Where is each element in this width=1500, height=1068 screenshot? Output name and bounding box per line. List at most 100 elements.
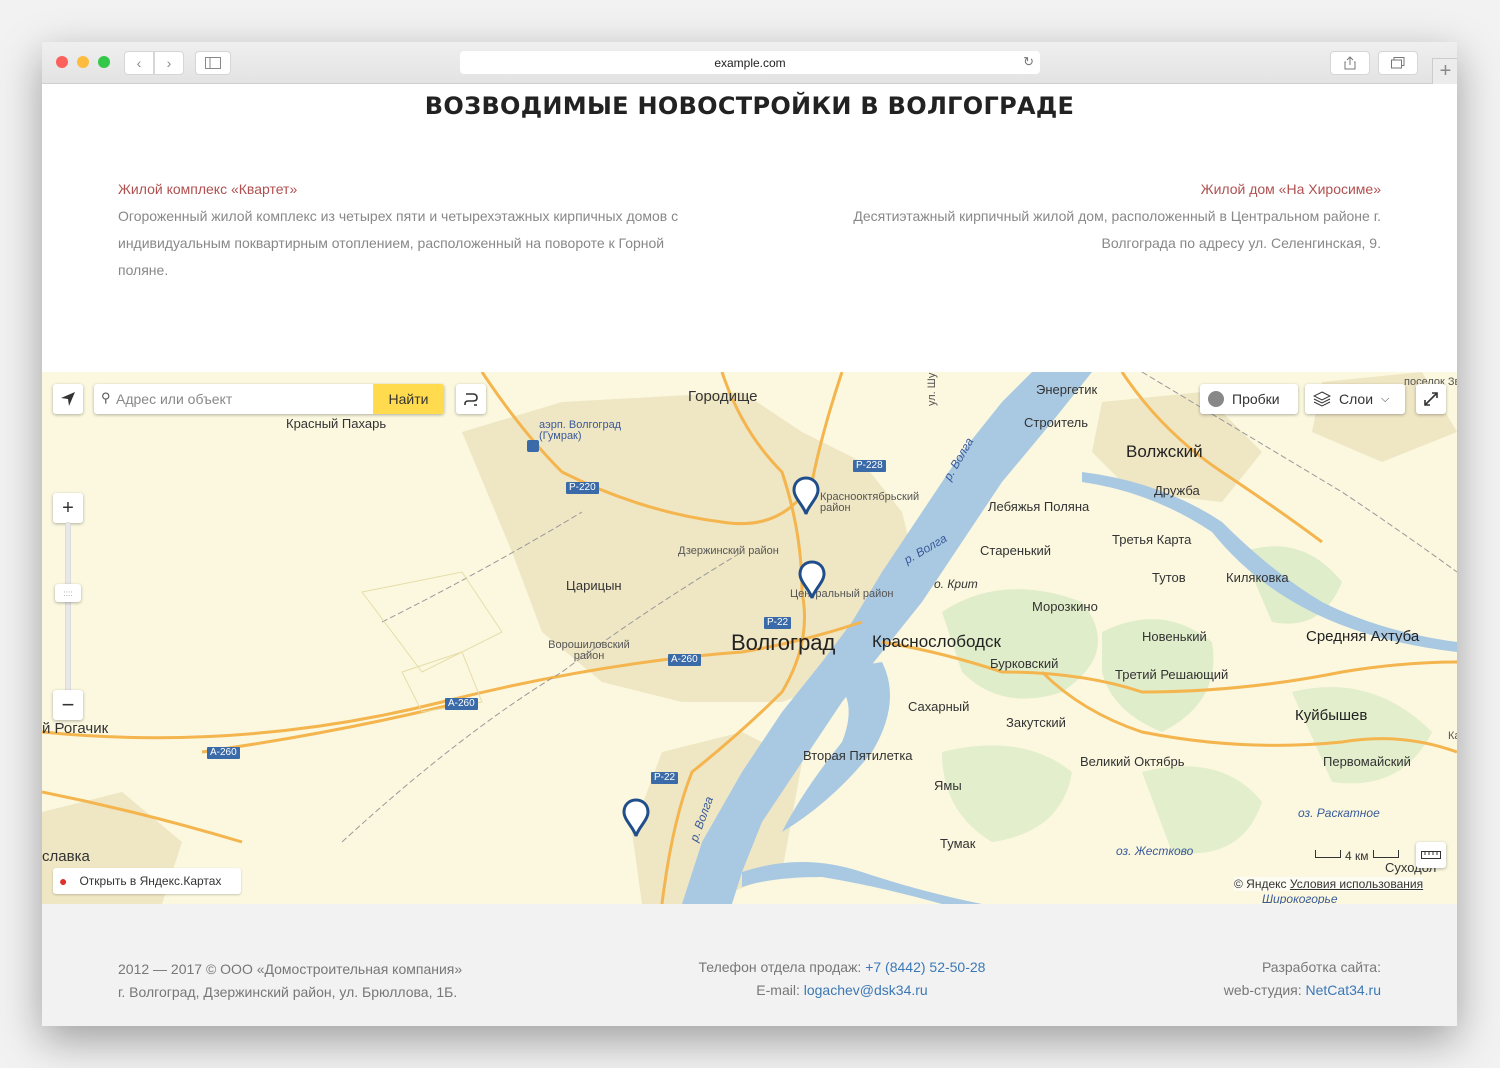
map-label-volgograd: Волгоград (731, 630, 836, 655)
tabs-button[interactable] (1378, 51, 1418, 75)
studio-link[interactable]: NetCat34.ru (1306, 982, 1381, 998)
phone-link[interactable]: +7 (8442) 52-50-28 (865, 959, 985, 975)
map-label: Закутский (1006, 715, 1066, 730)
yandex-map[interactable]: Городище Красный Пахарь аэрп. Волгоград … (42, 372, 1457, 904)
location-pin-marker[interactable] (792, 476, 820, 516)
map-label: Новенький (1142, 629, 1207, 644)
map-label: й Рогачик (42, 720, 109, 737)
map-label: Краснослободск (872, 632, 1001, 651)
map-label: Морозкино (1032, 599, 1098, 614)
description-line: поляне. (118, 262, 169, 278)
footer-contacts: Телефон отдела продаж: +7 (8442) 52-50-2… (602, 956, 1082, 1002)
reload-icon[interactable]: ↻ (1023, 54, 1034, 70)
fullscreen-button[interactable] (1416, 384, 1446, 414)
project-card-hiroshima: Жилой дом «На Хиросиме» Десятиэтажный ки… (782, 176, 1381, 257)
share-icon (1344, 56, 1356, 70)
traffic-button[interactable]: Пробки (1200, 384, 1298, 414)
map-label: Ка (1448, 730, 1457, 742)
new-tab-button[interactable]: + (1432, 58, 1457, 84)
ruler-button[interactable] (1416, 842, 1446, 868)
description-line: индивидуальным поквартирным отоплением, … (118, 235, 665, 251)
project-description: Огороженный жилой комплекс из четырех пя… (118, 203, 758, 284)
zoom-in-button[interactable]: + (53, 493, 83, 523)
map-label: Третья Карта (1112, 532, 1192, 547)
footer-company: 2012 — 2017 © ООО «Домостроительная комп… (118, 958, 462, 1004)
map-label: Широкогорье (1262, 892, 1338, 904)
url-text: example.com (714, 55, 786, 70)
browser-toolbar: ‹ › example.com ↻ + (42, 42, 1457, 84)
location-pin-marker[interactable] (798, 560, 826, 600)
location-pin-marker[interactable] (622, 798, 650, 838)
map-label: Городище (688, 388, 758, 405)
terms-link[interactable]: Условия использования (1290, 877, 1423, 891)
zoom-slider-handle[interactable]: :::: (55, 584, 81, 602)
route-icon (464, 393, 478, 406)
map-label: аэрп. Волгоград (Гумрак) (539, 419, 622, 442)
minimize-window-button[interactable] (77, 56, 89, 68)
road-badge: Р-220 (566, 482, 599, 494)
geolocation-button[interactable] (53, 384, 83, 414)
find-button[interactable]: Найти (373, 384, 444, 414)
layers-button[interactable]: Слои ⌵ (1305, 384, 1405, 414)
map-label: Дзержинский район (678, 545, 779, 557)
layers-icon (1313, 391, 1331, 407)
footer-address: г. Волгоград, Дзержинский район, ул. Брю… (118, 984, 458, 1000)
email-link[interactable]: logachev@dsk34.ru (804, 982, 928, 998)
map-label: Куйбышев (1295, 707, 1368, 724)
map-label: Энергетик (1036, 382, 1098, 397)
close-window-button[interactable] (56, 56, 68, 68)
project-title-link[interactable]: Жилой дом «На Хиросиме» (782, 176, 1381, 203)
map-label: Третий Решающий (1115, 667, 1229, 682)
map-label: Великий Октябрь (1080, 754, 1185, 769)
sidebar-icon (205, 57, 221, 69)
map-label: о. Крит (934, 577, 978, 591)
forward-button[interactable]: › (154, 51, 184, 75)
maximize-window-button[interactable] (98, 56, 110, 68)
back-button[interactable]: ‹ (124, 51, 154, 75)
map-label: Строитель (1024, 415, 1089, 430)
map-label: оз. Раскатное (1298, 806, 1380, 820)
map-label: славка (42, 848, 90, 865)
developer-label: Разработка сайта: (1261, 959, 1381, 975)
share-button[interactable] (1330, 51, 1370, 75)
map-search-input[interactable] (116, 388, 366, 410)
road-badge: Р-22 (651, 772, 679, 784)
plus-icon: + (62, 496, 74, 519)
map-pin-icon: ● (59, 873, 68, 889)
site-footer: 2012 — 2017 © ООО «Домостроительная комп… (42, 904, 1457, 1026)
map-label: Киляковка (1226, 570, 1289, 585)
map-label: Бурковский (990, 656, 1059, 671)
zoom-slider-track[interactable] (65, 522, 71, 694)
map-label: оз. Жестково (1116, 844, 1194, 858)
expand-icon (1424, 392, 1438, 406)
search-icon: ⚲ (101, 390, 111, 405)
map-label: Волжский (1126, 442, 1203, 461)
project-title-link[interactable]: Жилой комплекс «Квартет» (118, 176, 758, 203)
map-search-box: ⚲ Найти (94, 384, 444, 414)
map-label: Первомайский (1323, 754, 1411, 769)
open-in-maps-label: Открыть в Яндекс.Картах (79, 874, 222, 888)
airport-icon (527, 440, 539, 452)
description-line: Огороженный жилой комплекс из четырех пя… (118, 208, 679, 224)
map-label: Тумак (940, 836, 976, 851)
zoom-out-button[interactable]: − (53, 690, 83, 720)
open-in-yandex-maps-link[interactable]: ● Открыть в Яндекс.Картах (53, 868, 241, 894)
footer-copyright: 2012 — 2017 © ООО «Домостроительная комп… (118, 961, 463, 977)
map-label: Лебяжья Поляна (988, 499, 1090, 514)
scale-bar (1372, 850, 1399, 858)
phone-label: Телефон отдела продаж: (698, 959, 866, 975)
map-label: Царицын (566, 578, 622, 593)
map-label: Красный Пахарь (286, 416, 387, 431)
address-bar[interactable]: example.com ↻ (460, 51, 1040, 74)
location-arrow-icon (61, 392, 75, 406)
page-title: ВОЗВОДИМЫЕ НОВОСТРОЙКИ В ВОЛГОГРАДЕ (424, 92, 1075, 120)
route-button[interactable] (456, 384, 486, 414)
map-label: Старенький (980, 543, 1052, 558)
map-label: Ворошиловский район (548, 639, 630, 662)
road-badge: А-260 (207, 747, 240, 759)
scale-label: 4 км (1345, 849, 1369, 863)
plus-icon: + (1439, 60, 1452, 82)
chevron-down-icon: ⌵ (1381, 392, 1390, 405)
map-label: Средняя Ахтуба (1306, 628, 1420, 645)
sidebar-toggle-button[interactable] (195, 51, 231, 75)
